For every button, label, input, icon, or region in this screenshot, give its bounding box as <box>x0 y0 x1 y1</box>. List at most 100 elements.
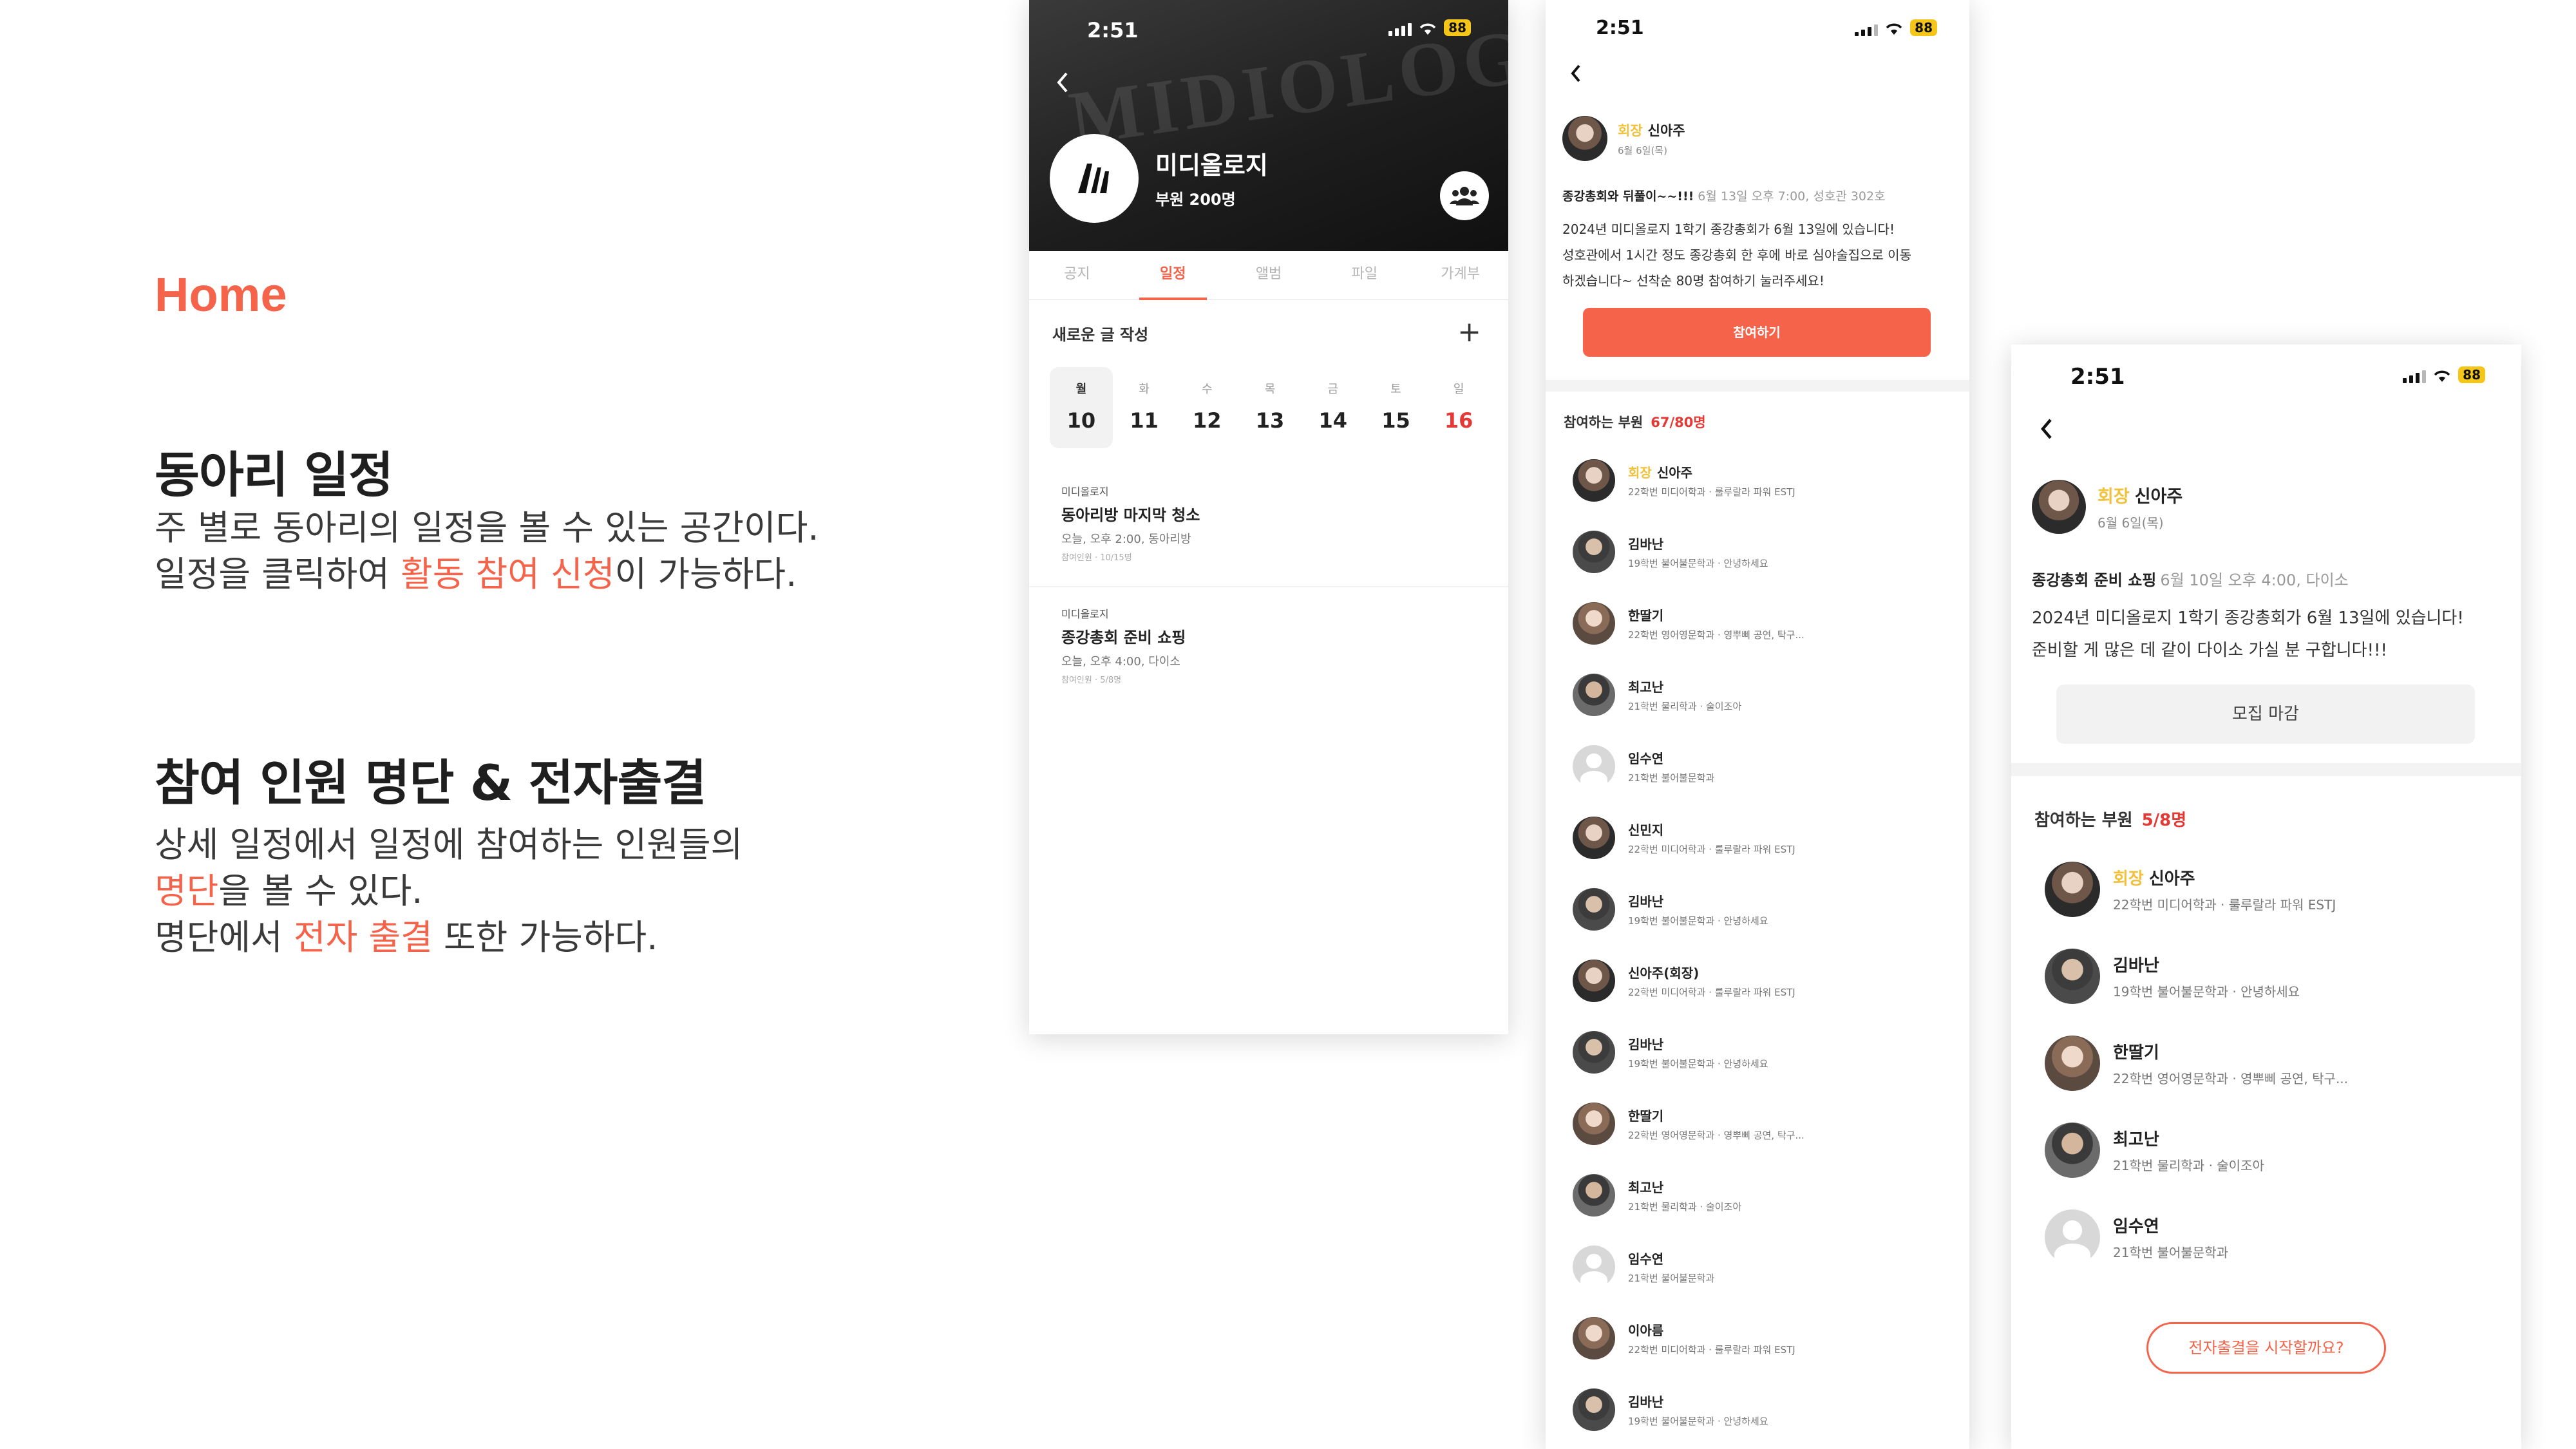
list-item[interactable]: 회장 신아주 22학번 미디어학과 · 룰루랄라 파워 ESTJ <box>1573 444 1959 516</box>
schedule-item[interactable]: 미디올로지 동아리방 마지막 청소 오늘, 오후 2:00, 동아리방 참여인원… <box>1029 483 1508 563</box>
list-item[interactable]: 이아름 22학번 미디어학과 · 룰루랄라 파워 ESTJ <box>1573 1302 1959 1374</box>
back-button[interactable] <box>1567 62 1584 85</box>
back-button[interactable] <box>2037 415 2056 442</box>
participant-count: 5/8명 <box>2141 811 2187 830</box>
day-saturday[interactable]: 토 15 <box>1365 367 1428 448</box>
list-item[interactable]: 김바난 19학번 불어불문학과 · 안녕하세요 <box>1573 1016 1959 1088</box>
club-logo-mark <box>1078 164 1109 193</box>
avatar <box>1573 959 1615 1002</box>
add-post-button[interactable]: + <box>1457 318 1481 346</box>
avatar <box>1573 601 1615 645</box>
tab-schedule[interactable]: 일정 <box>1125 251 1221 300</box>
start-attendance-button[interactable]: 전자출결을 시작할까요? <box>2146 1322 2386 1374</box>
club-home-screen: MIDIOLOGY 2:51 88 미디올로지 부원 200명 공지 일정 앨범… <box>1029 0 1508 1034</box>
status-bar: 2:51 88 <box>1546 0 1969 64</box>
back-button[interactable] <box>1054 70 1072 95</box>
participant-count: 67/80명 <box>1651 415 1706 430</box>
list-item[interactable]: 임수연 21학번 불어불문학과 <box>2045 1193 2508 1280</box>
avatar <box>1562 116 1607 161</box>
tab-ledger[interactable]: 가계부 <box>1412 251 1508 299</box>
list-item[interactable]: 최고난 21학번 물리학과 · 술이조아 <box>2045 1106 2508 1193</box>
schedule-description: 주 별로 동아리의 일정을 볼 수 있는 공간이다. 일정을 클릭하여 활동 참… <box>155 507 819 594</box>
post-title: 종강총회와 뒤풀이~~!!! 6월 13일 오후 7:00, 성호관 302호 <box>1562 189 1886 204</box>
schedule-detail-open-screen: 2:51 88 회장 신아주 6월 6일(목) 종강총회와 뒤풀이~~!!! 6월 … <box>1546 0 1969 1449</box>
list-item[interactable]: 김바난 19학번 불어불문학과 · 안녕하세요 <box>1573 1374 1959 1445</box>
club-logo <box>1050 134 1139 223</box>
list-item[interactable]: 한딸기 22학번 영어영문학과 · 영뿌삐 공연, 탁구... <box>1573 587 1959 659</box>
status-time: 2:51 <box>1087 18 1139 43</box>
wifi-icon <box>2434 370 2450 382</box>
recruit-closed-button[interactable]: 모집 마감 <box>2056 685 2475 744</box>
club-member-count: 부원 200명 <box>1155 191 1236 209</box>
avatar <box>1573 1173 1615 1217</box>
avatar <box>1573 1030 1615 1074</box>
avatar <box>2045 1209 2100 1266</box>
week-selector: 월 10 화 11 수 12 목 13 금 14 토 15 일 16 <box>1050 367 1490 448</box>
day-thursday[interactable]: 목 13 <box>1238 367 1302 448</box>
list-item[interactable]: 신아주(회장) 22학번 미디어학과 · 룰루랄라 파워 ESTJ <box>1573 945 1959 1016</box>
avatar <box>2045 948 2100 1004</box>
list-item[interactable]: 김바난 19학번 불어불문학과 · 안녕하세요 <box>2045 933 2508 1019</box>
status-time: 2:51 <box>1596 17 1644 39</box>
battery-icon: 88 <box>1910 19 1937 36</box>
list-item[interactable]: 김바난 19학번 불어불문학과 · 안녕하세요 <box>1573 516 1959 587</box>
avatar <box>2045 1035 2100 1091</box>
chevron-left-icon <box>2041 419 2052 439</box>
day-monday[interactable]: 월 10 <box>1050 367 1113 448</box>
post-author: 회장 신아주 6월 6일(목) <box>1562 116 1685 161</box>
post-author: 회장 신아주 6월 6일(목) <box>2032 480 2183 534</box>
avatar <box>1573 1388 1615 1431</box>
day-tuesday[interactable]: 화 11 <box>1113 367 1176 448</box>
status-bar: 2:51 88 <box>2011 345 2521 409</box>
participants-heading: 참여하는 부원 5/8명 <box>2034 811 2187 830</box>
avatar <box>1573 459 1615 502</box>
list-item[interactable]: 임수연 21학번 불어불문학과 <box>1573 1231 1959 1302</box>
schedule-title: 동아리 일정 <box>155 446 393 504</box>
post-title: 종강총회 준비 쇼핑 6월 10일 오후 4:00, 다이소 <box>2032 571 2349 589</box>
tab-notice[interactable]: 공지 <box>1029 251 1125 299</box>
list-item[interactable]: 임수연 21학번 불어불문학과 <box>1573 730 1959 802</box>
avatar <box>1573 1245 1615 1289</box>
tab-files[interactable]: 파일 <box>1316 251 1412 299</box>
avatar <box>2045 861 2100 917</box>
wifi-icon <box>1419 23 1436 35</box>
post-body: 2024년 미디올로지 1학기 종강총회가 6월 13일에 있습니다! 성호관에… <box>1562 222 1911 289</box>
signal-icon <box>2403 370 2427 383</box>
list-item[interactable]: 최고난 21학번 물리학과 · 술이조아 <box>1573 659 1959 730</box>
highlight-activity-apply: 활동 참여 신청 <box>401 554 615 594</box>
status-time: 2:51 <box>2070 364 2125 390</box>
people-icon <box>1450 187 1479 205</box>
club-name: 미디올로지 <box>1155 151 1268 180</box>
section-divider <box>1546 380 1969 392</box>
participant-list: 회장 신아주 22학번 미디어학과 · 룰루랄라 파워 ESTJ 김바난 19학번 불… <box>1573 444 1959 1445</box>
members-button[interactable] <box>1440 171 1489 220</box>
avatar <box>1573 744 1615 788</box>
chevron-left-icon <box>1057 72 1068 93</box>
highlight-attendance: 전자 출결 <box>293 917 433 958</box>
highlight-roster: 명단 <box>155 871 219 911</box>
schedule-item[interactable]: 미디올로지 종강총회 준비 쇼핑 오늘, 오후 4:00, 다이소 참여인원 ·… <box>1029 605 1508 685</box>
chevron-left-icon <box>1571 64 1580 82</box>
wifi-icon <box>1886 23 1902 35</box>
list-item[interactable]: 한딸기 22학번 영어영문학과 · 영뿌삐 공연, 탁구... <box>1573 1088 1959 1159</box>
post-body: 2024년 미디올로지 1학기 종강총회가 6월 13일에 있습니다! 준비할 … <box>2032 609 2464 660</box>
list-item[interactable]: 최고난 21학번 물리학과 · 술이조아 <box>1573 1159 1959 1231</box>
avatar <box>1573 1316 1615 1359</box>
day-sunday[interactable]: 일 16 <box>1427 367 1490 448</box>
join-button[interactable]: 참여하기 <box>1583 308 1931 357</box>
avatar <box>1573 816 1615 859</box>
tab-album[interactable]: 앨범 <box>1221 251 1317 299</box>
new-post-link[interactable]: 새로운 글 작성 <box>1052 322 1148 345</box>
participant-list: 회장 신아주 22학번 미디어학과 · 룰루랄라 파워 ESTJ 김바난 19학번 불… <box>2045 846 2508 1280</box>
section-label: Home <box>155 268 287 321</box>
list-item[interactable]: 회장 신아주 22학번 미디어학과 · 룰루랄라 파워 ESTJ <box>2045 846 2508 933</box>
attendance-description: 상세 일정에서 일정에 참여하는 인원들의 명단을 볼 수 있다. 명단에서 전… <box>155 824 743 958</box>
attendance-title: 참여 인원 명단 & 전자출결 <box>155 754 706 811</box>
day-wednesday[interactable]: 수 12 <box>1175 367 1238 448</box>
day-friday[interactable]: 금 14 <box>1302 367 1365 448</box>
list-item[interactable]: 신민지 22학번 미디어학과 · 룰루랄라 파워 ESTJ <box>1573 802 1959 873</box>
participants-heading: 참여하는 부원 67/80명 <box>1564 415 1706 430</box>
list-item[interactable]: 김바난 19학번 불어불문학과 · 안녕하세요 <box>1573 873 1959 945</box>
battery-icon: 88 <box>2458 366 2485 383</box>
list-item[interactable]: 한딸기 22학번 영어영문학과 · 영뿌삐 공연, 탁구... <box>2045 1019 2508 1106</box>
